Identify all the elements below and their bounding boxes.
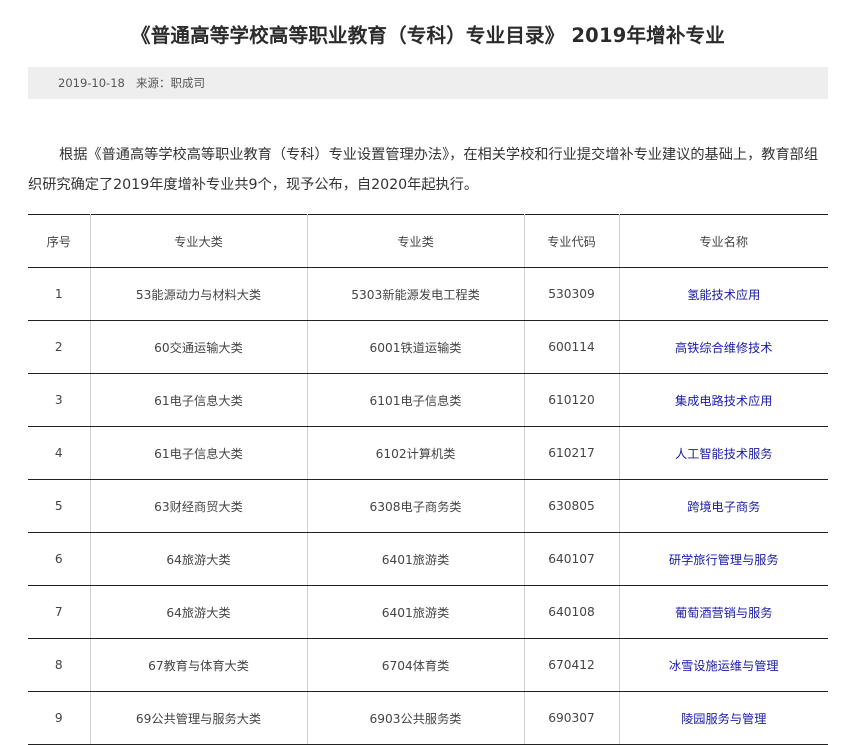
table-row: 2 60交通运输大类 6001铁道运输类 600114 高铁综合维修技术: [28, 320, 828, 374]
header-major-category: 专业大类: [89, 214, 308, 268]
header-major-name: 专业名称: [618, 214, 828, 268]
major-name-link[interactable]: 人工智能技术服务: [675, 447, 773, 461]
cell-major-code: 640107: [523, 532, 620, 586]
table-row: 5 63财经商贸大类 6308电子商务类 630805 跨境电子商务: [28, 479, 828, 533]
major-name-link[interactable]: 葡萄酒营销与服务: [675, 606, 773, 620]
cell-major-class: 6102计算机类: [306, 426, 525, 480]
cell-major-code: 600114: [523, 320, 620, 374]
article-meta-bar: 2019-10-18 来源：职成司: [28, 67, 828, 99]
cell-major-name: 葡萄酒营销与服务: [618, 585, 828, 639]
cell-major-class: 5303新能源发电工程类: [306, 267, 525, 321]
major-name-link[interactable]: 跨境电子商务: [687, 500, 760, 514]
major-name-link[interactable]: 氢能技术应用: [687, 288, 760, 302]
major-name-link[interactable]: 陵园服务与管理: [681, 712, 766, 726]
cell-major-category: 64旅游大类: [89, 532, 308, 586]
cell-index: 2: [28, 320, 91, 374]
cell-major-code: 690307: [523, 691, 620, 745]
table-row: 7 64旅游大类 6401旅游类 640108 葡萄酒营销与服务: [28, 585, 828, 639]
cell-major-class: 6401旅游类: [306, 585, 525, 639]
major-name-link[interactable]: 高铁综合维修技术: [675, 341, 773, 355]
cell-major-name: 氢能技术应用: [618, 267, 828, 321]
cell-major-code: 610217: [523, 426, 620, 480]
article-source: 来源：职成司: [136, 76, 205, 90]
cell-major-class: 6903公共服务类: [306, 691, 525, 745]
cell-major-class: 6001铁道运输类: [306, 320, 525, 374]
cell-index: 5: [28, 479, 91, 533]
header-major-code: 专业代码: [523, 214, 620, 268]
cell-major-code: 670412: [523, 638, 620, 692]
cell-index: 8: [28, 638, 91, 692]
cell-major-name: 冰雪设施运维与管理: [618, 638, 828, 692]
cell-major-name: 陵园服务与管理: [618, 691, 828, 745]
majors-table: 序号 专业大类 专业类 专业代码 专业名称 1 53能源动力与材料大类 5303…: [28, 214, 828, 745]
cell-major-category: 61电子信息大类: [89, 373, 308, 427]
cell-major-category: 64旅游大类: [89, 585, 308, 639]
cell-major-class: 6704体育类: [306, 638, 525, 692]
cell-index: 7: [28, 585, 91, 639]
cell-major-code: 630805: [523, 479, 620, 533]
header-major-class: 专业类: [306, 214, 525, 268]
cell-major-name: 跨境电子商务: [618, 479, 828, 533]
cell-major-category: 61电子信息大类: [89, 426, 308, 480]
major-name-link[interactable]: 冰雪设施运维与管理: [669, 659, 779, 673]
cell-index: 9: [28, 691, 91, 745]
cell-major-code: 530309: [523, 267, 620, 321]
table-row: 8 67教育与体育大类 6704体育类 670412 冰雪设施运维与管理: [28, 638, 828, 692]
cell-major-category: 60交通运输大类: [89, 320, 308, 374]
cell-major-name: 研学旅行管理与服务: [618, 532, 828, 586]
cell-major-class: 6401旅游类: [306, 532, 525, 586]
major-name-link[interactable]: 集成电路技术应用: [675, 394, 773, 408]
article-title: 《普通高等学校高等职业教育（专科）专业目录》 2019年增补专业: [131, 24, 725, 48]
cell-major-category: 69公共管理与服务大类: [89, 691, 308, 745]
table-row: 3 61电子信息大类 6101电子信息类 610120 集成电路技术应用: [28, 373, 828, 427]
cell-major-name: 集成电路技术应用: [618, 373, 828, 427]
cell-major-category: 63财经商贸大类: [89, 479, 308, 533]
cell-major-code: 610120: [523, 373, 620, 427]
major-name-link[interactable]: 研学旅行管理与服务: [669, 553, 779, 567]
cell-index: 4: [28, 426, 91, 480]
cell-major-code: 640108: [523, 585, 620, 639]
table-row: 9 69公共管理与服务大类 6903公共服务类 690307 陵园服务与管理: [28, 691, 828, 745]
intro-paragraph: 根据《普通高等学校高等职业教育（专科）专业设置管理办法》，在相关学校和行业提交增…: [28, 147, 819, 193]
table-header-row: 序号 专业大类 专业类 专业代码 专业名称: [28, 214, 828, 268]
cell-index: 1: [28, 267, 91, 321]
cell-index: 3: [28, 373, 91, 427]
article-page: 《普通高等学校高等职业教育（专科）专业目录》 2019年增补专业 2019-10…: [0, 0, 856, 745]
cell-major-category: 53能源动力与材料大类: [89, 267, 308, 321]
cell-major-name: 人工智能技术服务: [618, 426, 828, 480]
cell-major-name: 高铁综合维修技术: [618, 320, 828, 374]
cell-major-class: 6101电子信息类: [306, 373, 525, 427]
header-index: 序号: [28, 214, 91, 268]
table-row: 6 64旅游大类 6401旅游类 640107 研学旅行管理与服务: [28, 532, 828, 586]
table-row: 1 53能源动力与材料大类 5303新能源发电工程类 530309 氢能技术应用: [28, 267, 828, 321]
cell-major-class: 6308电子商务类: [306, 479, 525, 533]
cell-index: 6: [28, 532, 91, 586]
table-row: 4 61电子信息大类 6102计算机类 610217 人工智能技术服务: [28, 426, 828, 480]
publish-date: 2019-10-18: [58, 76, 125, 90]
cell-major-category: 67教育与体育大类: [89, 638, 308, 692]
